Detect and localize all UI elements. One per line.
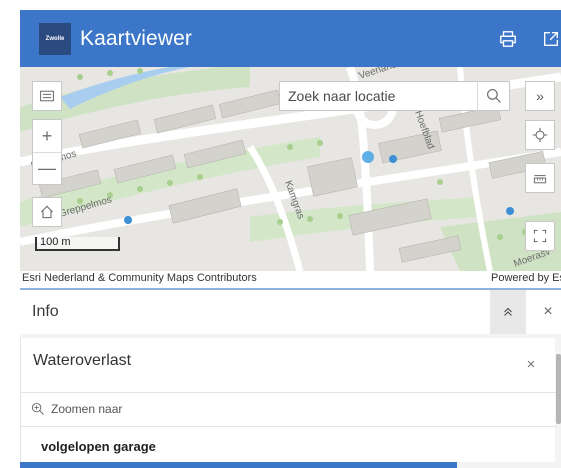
- collapse-button[interactable]: [490, 290, 526, 334]
- home-icon: [41, 205, 53, 219]
- share-icon: [544, 32, 558, 46]
- locate-icon: [532, 127, 548, 143]
- scale-bar: 100 m: [35, 237, 120, 251]
- bottom-bar: [20, 462, 457, 468]
- chevron-up-double-icon: [504, 307, 512, 316]
- zoom-in-button[interactable]: +: [33, 120, 61, 152]
- locate-button[interactable]: [525, 120, 555, 150]
- feature-layer-title: Wateroverlast: [33, 352, 132, 369]
- divider: [21, 392, 556, 393]
- zwolle-logo: Zwolle: [39, 22, 71, 55]
- ruler-icon: [533, 175, 547, 184]
- search-button[interactable]: [477, 82, 509, 110]
- app-header: Zwolle Kaartviewer: [20, 10, 561, 67]
- attribution-bar: Esri Nederland & Community Maps Contribu…: [20, 271, 561, 285]
- zoom-in-icon: [31, 402, 44, 415]
- search-input[interactable]: [280, 88, 477, 104]
- app-title: Kaartviewer: [80, 26, 192, 50]
- feature-name: volgelopen garage: [41, 439, 156, 454]
- fullscreen-button[interactable]: [525, 221, 555, 251]
- location-search: [279, 81, 510, 111]
- scrollbar[interactable]: [556, 354, 561, 424]
- expand-button[interactable]: »: [525, 81, 555, 111]
- zoom-to-label: Zoomen naar: [51, 402, 123, 416]
- search-icon: [486, 89, 501, 103]
- powered-by-link[interactable]: Powered by Es: [491, 271, 561, 285]
- app-window: Zwolle Kaartviewer Greppelmos Kamgras Ho…: [0, 0, 561, 468]
- feature-card: Wateroverlast × Zoomen naar volgelopen g…: [20, 338, 556, 462]
- zoom-out-button[interactable]: —: [33, 152, 61, 184]
- info-close-button[interactable]: ×: [536, 300, 560, 324]
- share-button[interactable]: [540, 28, 561, 50]
- layer-list-button[interactable]: [32, 81, 62, 111]
- print-button[interactable]: [497, 28, 519, 50]
- home-button[interactable]: [32, 197, 62, 227]
- map-view[interactable]: Uweelmos Greppelmos Kamgras Hoefblad Moe…: [20, 67, 561, 271]
- zoom-controls: + —: [32, 119, 62, 185]
- divider: [21, 426, 556, 427]
- feature-close-button[interactable]: ×: [521, 354, 541, 374]
- fullscreen-icon: [533, 229, 547, 243]
- info-panel-title: Info: [32, 303, 59, 320]
- measure-button[interactable]: [525, 163, 555, 193]
- list-icon: [40, 90, 54, 102]
- info-panel-header: Info ×: [20, 288, 561, 334]
- zoom-to-link[interactable]: Zoomen naar: [31, 402, 122, 416]
- attribution-text: Esri Nederland & Community Maps Contribu…: [22, 272, 257, 284]
- printer-icon: [500, 31, 516, 47]
- info-panel-content: Wateroverlast × Zoomen naar volgelopen g…: [20, 334, 561, 468]
